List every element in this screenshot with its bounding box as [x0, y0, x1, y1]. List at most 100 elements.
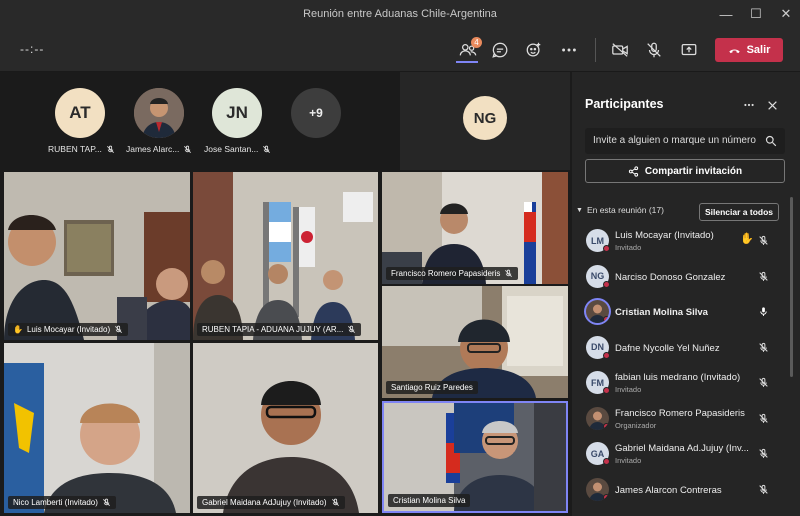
- avatar: DN: [586, 335, 610, 359]
- mute-all-button[interactable]: Silenciar a todos: [699, 203, 779, 221]
- participant-role: Invitado: [615, 243, 642, 252]
- mic-off-icon[interactable]: [758, 375, 769, 393]
- participant-row[interactable]: Cristian Molina Silva: [572, 294, 782, 330]
- section-toggle[interactable]: ▼ En esta reunión (17): [576, 205, 664, 215]
- chevron-down-icon: ▼: [576, 206, 583, 214]
- mic-off-icon: [184, 145, 192, 153]
- video-tile[interactable]: ✋ Luis Mocayar (Invitado): [4, 172, 190, 340]
- person-photo-icon: [134, 88, 184, 138]
- participants-button[interactable]: 4: [454, 36, 482, 64]
- participant-name: Francisco Romero Papasideris: [615, 407, 745, 419]
- mic-off-icon[interactable]: [758, 482, 769, 500]
- raised-hand-icon: ✋: [740, 233, 754, 245]
- video-tile[interactable]: Santiago Ruiz Paredes: [382, 286, 568, 398]
- mic-off-icon[interactable]: [758, 233, 769, 251]
- video-tile[interactable]: Francisco Romero Papasideris: [382, 172, 568, 284]
- search-input[interactable]: Invite a alguien o marque un número: [585, 128, 785, 154]
- video-feed: [4, 172, 190, 340]
- search-icon[interactable]: [765, 135, 777, 147]
- mute-button[interactable]: [640, 36, 668, 64]
- participant-role: Invitado: [615, 385, 642, 394]
- strip-name: James Alarc...: [126, 144, 192, 154]
- avatar: [586, 406, 609, 430]
- tile-label: Francisco Romero Papasideris: [386, 267, 519, 280]
- participant-row[interactable]: LM Luis Mocayar (Invitado) Invitado ✋: [572, 223, 782, 259]
- participant-name: James Alarcon Contreras: [615, 484, 722, 496]
- reaction-icon: [526, 42, 541, 57]
- title-bar: Reunión entre Aduanas Chile-Argentina: [0, 0, 800, 28]
- participants-badge: 4: [471, 37, 482, 48]
- raised-hand-icon: ✋: [13, 325, 23, 334]
- presence-icon: [603, 316, 609, 323]
- participant-row[interactable]: Francisco Romero Papasideris Organizador: [572, 401, 782, 437]
- avatar: NG: [586, 264, 610, 288]
- share-invite-button[interactable]: Compartir invitación: [585, 159, 785, 183]
- mic-off-icon[interactable]: [758, 446, 769, 464]
- scrollbar[interactable]: [790, 197, 793, 377]
- chat-icon: [492, 42, 508, 58]
- participant-row[interactable]: GA Gabriel Maidana Ad.Jujuy (Inv... Invita…: [572, 436, 782, 472]
- tile-label: Santiago Ruiz Paredes: [386, 381, 478, 394]
- avatar: GA: [586, 442, 610, 465]
- video-tile[interactable]: RUBEN TAPIA - ADUANA JUJUY (AR...: [193, 172, 378, 340]
- video-tile[interactable]: Nico Lamberti (Invitado): [4, 343, 190, 513]
- avatar[interactable]: AT: [55, 88, 105, 138]
- leave-button[interactable]: Salir: [715, 38, 783, 62]
- mic-off-icon: [102, 498, 110, 506]
- video-feed: [193, 343, 378, 513]
- close-window-button[interactable]: ✕: [770, 0, 800, 28]
- presence-icon: [603, 280, 610, 288]
- participant-name: Narciso Donoso Gonzalez: [615, 271, 726, 283]
- close-icon[interactable]: [767, 100, 778, 111]
- participant-role: Invitado: [615, 456, 642, 465]
- more-count: +9: [309, 106, 323, 120]
- camera-button[interactable]: [606, 36, 634, 64]
- mic-off-icon[interactable]: [758, 269, 769, 287]
- mic-off-icon: [647, 42, 661, 58]
- avatar[interactable]: JN: [212, 88, 262, 138]
- share-screen-button[interactable]: [675, 36, 703, 64]
- more-participants-button[interactable]: +9: [291, 88, 341, 138]
- panel-title: Participantes: [585, 97, 664, 111]
- more-options-icon[interactable]: [743, 99, 755, 111]
- video-tile[interactable]: Gabriel Maidana AdJujuy (Invitado): [193, 343, 378, 513]
- presence-icon: [603, 493, 609, 501]
- search-placeholder: Invite a alguien o marque un número: [593, 135, 756, 146]
- minimize-button[interactable]: —: [710, 0, 742, 28]
- video-stage: AT JN +9 RUBEN TAP... James Alarc... Jos…: [0, 72, 572, 516]
- presence-icon: [603, 387, 610, 394]
- mic-off-icon[interactable]: [758, 340, 769, 358]
- tile-label: Cristian Molina Silva: [388, 494, 471, 507]
- participant-row[interactable]: NG Narciso Donoso Gonzalez: [572, 259, 782, 295]
- mute-all-label: Silenciar a todos: [704, 207, 774, 217]
- tile-label: Gabriel Maidana AdJujuy (Invitado): [197, 496, 345, 509]
- section-label: En esta reunión (17): [586, 205, 664, 215]
- video-tile-active[interactable]: Cristian Molina Silva: [382, 401, 568, 513]
- avatar[interactable]: [134, 88, 184, 138]
- meeting-timer: --:--: [20, 42, 45, 56]
- mic-off-icon[interactable]: [758, 411, 769, 429]
- mic-off-icon: [331, 498, 339, 506]
- more-actions-button[interactable]: [555, 36, 583, 64]
- participant-row[interactable]: FM fabian luis medrano (Invitado) Invitado: [572, 365, 782, 401]
- participant-name: Cristian Molina Silva: [615, 307, 708, 318]
- spotlight-tile[interactable]: NG: [400, 72, 570, 170]
- participant-name: Gabriel Maidana Ad.Jujuy (Inv...: [615, 443, 749, 454]
- avatar: [586, 477, 609, 501]
- presence-icon: [603, 422, 609, 430]
- reactions-button[interactable]: [520, 36, 548, 64]
- avatar: LM: [586, 229, 610, 252]
- participant-row[interactable]: James Alarcon Contreras: [572, 472, 782, 508]
- maximize-button[interactable]: ☐: [740, 0, 772, 28]
- participant-row[interactable]: DN Dafne Nycolle Yel Nuñez: [572, 330, 782, 366]
- video-feed: [4, 343, 190, 513]
- mic-icon[interactable]: [758, 304, 769, 322]
- window-title: Reunión entre Aduanas Chile-Argentina: [303, 8, 497, 20]
- avatar: FM: [586, 371, 610, 394]
- chat-button[interactable]: [486, 36, 514, 64]
- participant-role: Organizador: [615, 420, 657, 430]
- tile-label: Nico Lamberti (Invitado): [8, 496, 116, 509]
- avatar-initials: AT: [69, 103, 91, 122]
- mic-off-icon: [348, 325, 356, 333]
- participant-strip: AT JN +9 RUBEN TAP... James Alarc... Jos…: [0, 72, 390, 170]
